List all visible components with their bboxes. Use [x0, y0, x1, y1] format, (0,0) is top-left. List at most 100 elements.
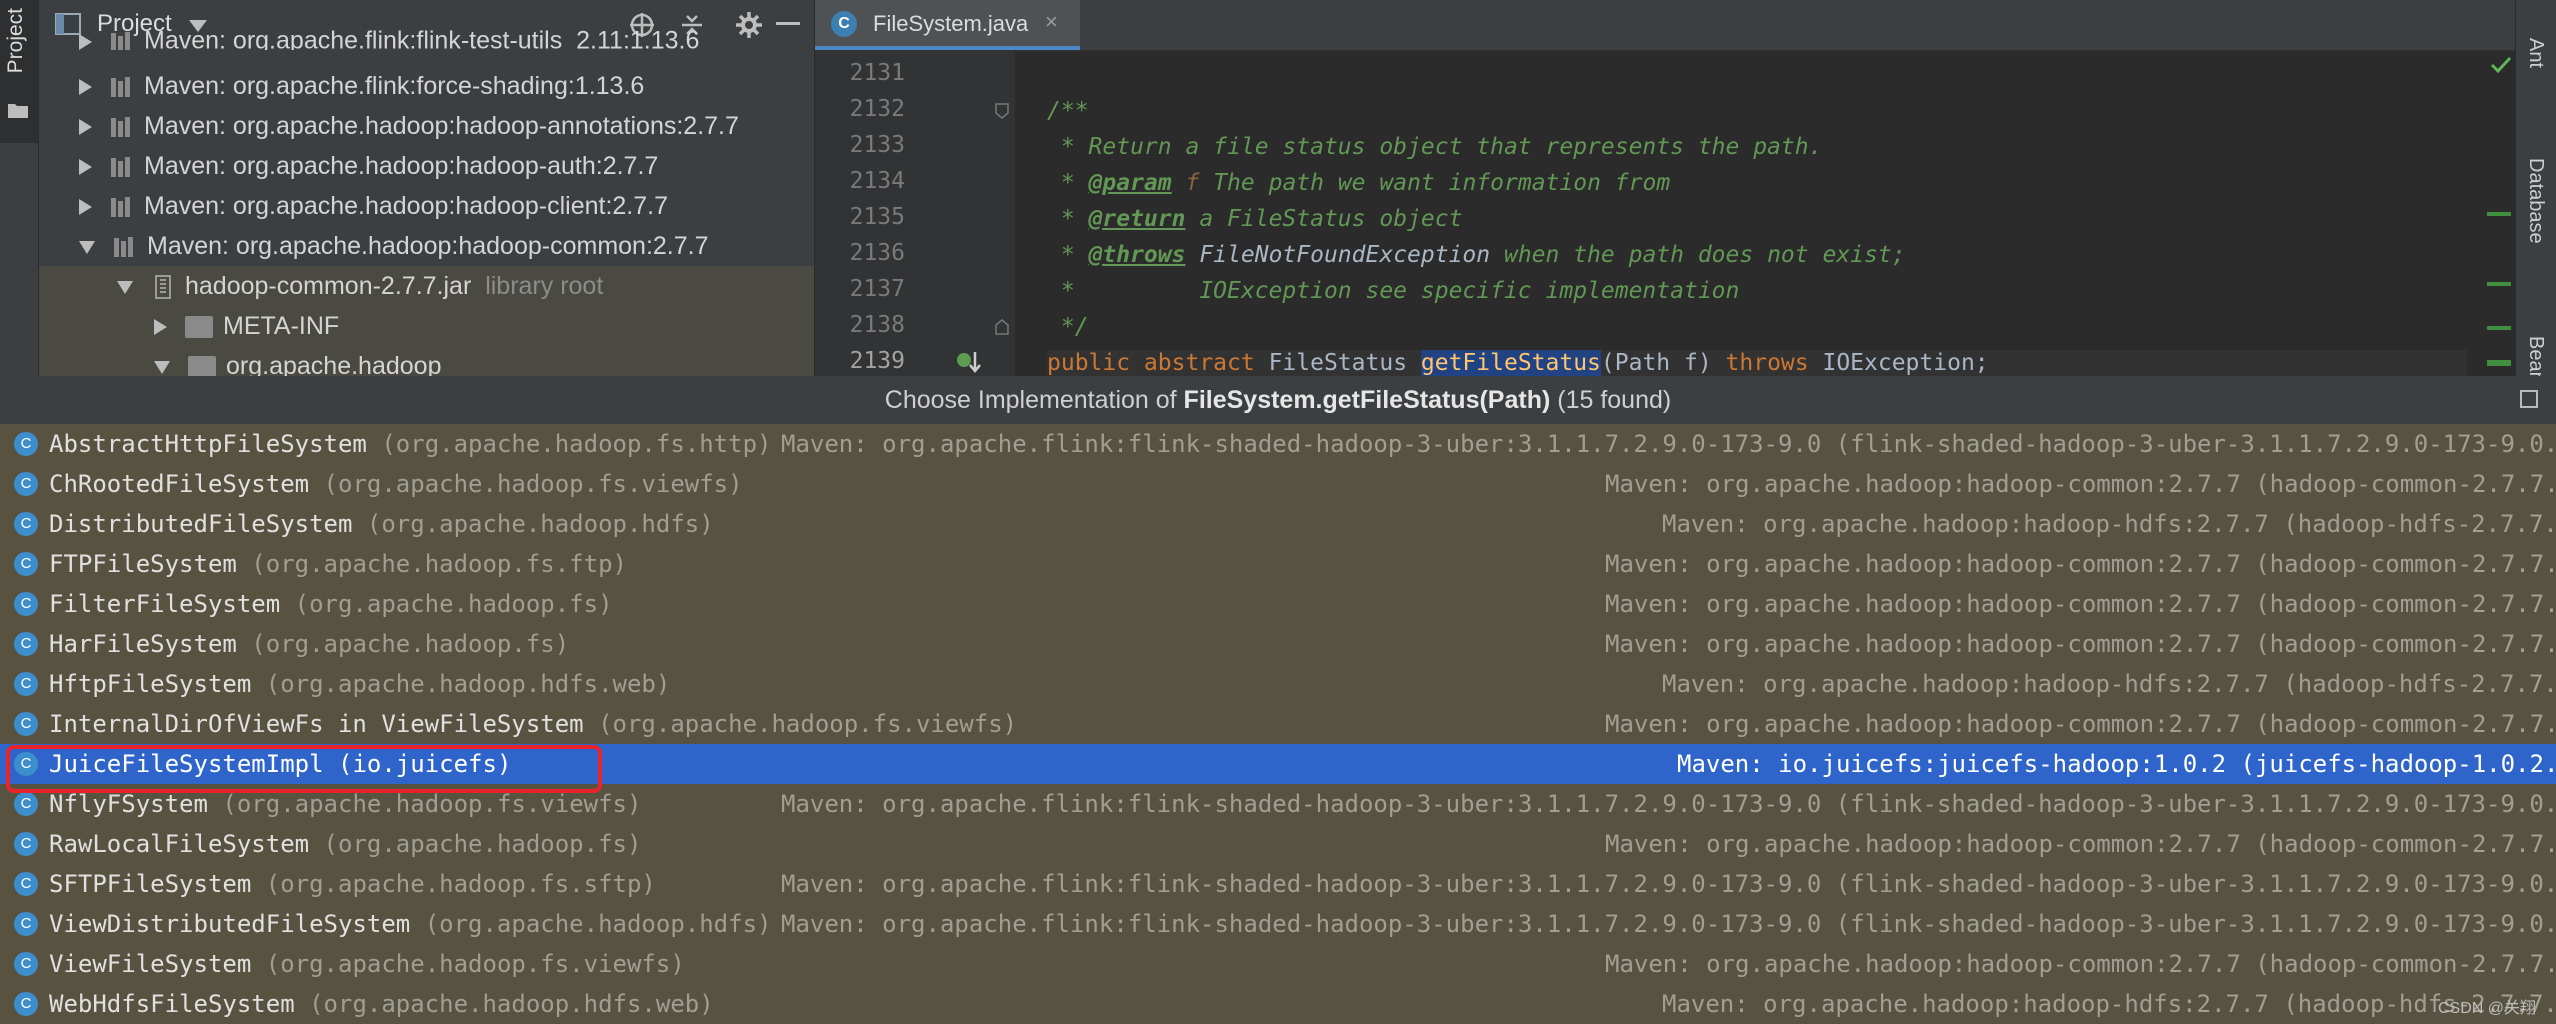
- chevron-right-icon[interactable]: [79, 34, 92, 50]
- implementation-package: (org.apache.hadoop.fs.viewfs): [323, 470, 743, 498]
- jar-label: hadoop-common-2.7.7.jar: [185, 272, 472, 300]
- folder-icon: [185, 316, 213, 339]
- library-icon: [111, 32, 130, 50]
- project-panel: Project Maven: org.apache.flink:flink-te…: [39, 0, 814, 376]
- implementation-item[interactable]: C WebHdfsFileSystem (org.apache.hadoop.hd…: [0, 984, 2556, 1024]
- gear-icon[interactable]: [735, 11, 763, 39]
- implementation-package: (org.apache.hadoop.hdfs): [366, 510, 714, 538]
- tree-item-label: Maven: org.apache.hadoop:hadoop-common:2…: [147, 232, 709, 260]
- line-number: 2134: [849, 168, 905, 194]
- implementation-item[interactable]: C HftpFileSystem (org.apache.hadoop.hdfs.…: [0, 664, 2556, 704]
- open-in-window-icon[interactable]: [2520, 390, 2538, 408]
- code-line-current: public abstract FileStatus getFileStatus…: [1047, 350, 2467, 376]
- implementation-location: Maven: org.apache.flink:flink-shaded-had…: [781, 870, 2556, 898]
- line-number: 2131: [849, 60, 905, 86]
- implementation-item[interactable]: C DistributedFileSystem (org.apache.hadoo…: [0, 504, 2556, 544]
- fold-icon[interactable]: [995, 103, 1009, 119]
- implementation-location: Maven: org.apache.flink:flink-shaded-had…: [781, 910, 2556, 938]
- line-number: 2139: [849, 348, 905, 374]
- tree-item-maven-library[interactable]: Maven: org.apache.hadoop:hadoop-client:2…: [79, 186, 668, 226]
- implementation-item[interactable]: C FTPFileSystem (org.apache.hadoop.fs.ftp…: [0, 544, 2556, 584]
- implementation-location: Maven: org.apache.hadoop:hadoop-common:2…: [1605, 950, 2556, 978]
- folder-label: org.apache.hadoop: [226, 352, 442, 376]
- line-number: 2132: [849, 96, 905, 122]
- implementation-item[interactable]: C HarFileSystem (org.apache.hadoop.fs) Mav…: [0, 624, 2556, 664]
- line-number: 2137: [849, 276, 905, 302]
- library-icon: [114, 237, 133, 258]
- tree-item-maven-library[interactable]: Maven: org.apache.flink:flink-test-utils…: [79, 30, 699, 50]
- implementation-location: Maven: org.apache.flink:flink-shaded-had…: [781, 430, 2556, 458]
- folder-icon: [8, 104, 28, 118]
- implementation-package: (org.apache.hadoop.fs): [323, 830, 642, 858]
- tree-item-folder-meta-inf[interactable]: META-INF: [39, 306, 814, 346]
- minimize-icon[interactable]: [776, 22, 800, 26]
- chevron-down-icon[interactable]: [79, 240, 95, 254]
- tree-item-jar[interactable]: hadoop-common-2.7.7.jar library root: [39, 266, 814, 306]
- implementation-name: HarFileSystem (org.apache.hadoop.fs): [49, 630, 570, 658]
- implementation-location: Maven: org.apache.hadoop:hadoop-common:2…: [1605, 550, 2556, 578]
- chevron-right-icon[interactable]: [79, 119, 92, 136]
- implementation-location: Maven: org.apache.hadoop:hadoop-hdfs:2.7…: [1662, 670, 2556, 698]
- java-class-icon: C: [14, 872, 38, 896]
- project-tool-tab[interactable]: Project: [0, 0, 38, 143]
- code-line: */: [1047, 314, 1089, 340]
- implementation-item[interactable]: C FilterFileSystem (org.apache.hadoop.fs)…: [0, 584, 2556, 624]
- java-class-icon: C: [14, 992, 38, 1016]
- java-class-icon: C: [14, 712, 38, 736]
- close-icon[interactable]: ×: [1045, 9, 1058, 35]
- code-line: * IOException see specific implementatio…: [1047, 278, 1740, 304]
- chevron-down-icon[interactable]: [154, 360, 170, 374]
- implementation-item[interactable]: C SFTPFileSystem (org.apache.hadoop.fs.sf…: [0, 864, 2556, 904]
- choose-implementation-popup: Choose Implementation of FileSystem.getF…: [0, 376, 2556, 1024]
- implementation-item[interactable]: C AbstractHttpFileSystem (org.apache.hado…: [0, 424, 2556, 464]
- chevron-right-icon[interactable]: [154, 319, 167, 336]
- fold-icon[interactable]: [995, 319, 1009, 335]
- implementation-package: (org.apache.hadoop.hdfs.web): [309, 990, 714, 1018]
- implementation-name: ViewFileSystem (org.apache.hadoop.fs.vie…: [49, 950, 685, 978]
- check-icon: [2490, 56, 2512, 74]
- implementation-name: ViewDistributedFileSystem (org.apache.ha…: [49, 910, 772, 938]
- code-editor[interactable]: C FileSystem.java × 2131 2132 2133 2134 …: [815, 0, 2515, 376]
- implementation-package: (org.apache.hadoop.fs.viewfs): [598, 710, 1018, 738]
- scroll-marker[interactable]: [2487, 212, 2511, 216]
- implementation-location: Maven: org.apache.hadoop:hadoop-hdfs:2.7…: [1662, 510, 2556, 538]
- implementation-package: (org.apache.hadoop.hdfs.web): [265, 670, 671, 698]
- implementation-item[interactable]: C ViewFileSystem (org.apache.hadoop.fs.vi…: [0, 944, 2556, 984]
- tree-item-maven-library[interactable]: Maven: org.apache.hadoop:hadoop-auth:2.7…: [79, 146, 658, 186]
- scroll-marker[interactable]: [2487, 326, 2511, 330]
- chevron-right-icon[interactable]: [79, 159, 92, 176]
- tool-tab-database[interactable]: Database: [2524, 158, 2547, 244]
- implementation-item[interactable]: C ChRootedFileSystem (org.apache.hadoop.f…: [0, 464, 2556, 504]
- tool-tab-ant[interactable]: Ant: [2524, 38, 2547, 68]
- tree-item-maven-library[interactable]: Maven: org.apache.hadoop:hadoop-annotati…: [79, 106, 739, 146]
- chevron-right-icon[interactable]: [79, 199, 92, 216]
- tab-filesystem-java[interactable]: C FileSystem.java ×: [815, 0, 1080, 50]
- tree-item-maven-library[interactable]: Maven: org.apache.flink:force-shading:1.…: [79, 66, 644, 106]
- library-icon: [111, 117, 130, 138]
- java-class-icon: C: [14, 512, 38, 536]
- chevron-right-icon[interactable]: [79, 79, 92, 96]
- implementation-item[interactable]: C InternalDirOfViewFs in ViewFileSystem (…: [0, 704, 2556, 744]
- implementation-package: (org.apache.hadoop.fs.sftp): [265, 870, 656, 898]
- implemented-by-icon[interactable]: [955, 350, 981, 374]
- tree-item-maven-library-expanded[interactable]: Maven: org.apache.hadoop:hadoop-common:2…: [79, 226, 709, 266]
- implementation-location: Maven: org.apache.hadoop:hadoop-common:2…: [1605, 470, 2556, 498]
- tree-item-folder-org-apache-hadoop[interactable]: org.apache.hadoop: [39, 346, 814, 376]
- scroll-marker[interactable]: [2487, 282, 2511, 286]
- popup-title: Choose Implementation of FileSystem.getF…: [884, 386, 1672, 414]
- tool-tab-bean[interactable]: Bean: [2524, 336, 2547, 376]
- implementation-package: (org.apache.hadoop.fs.http): [381, 430, 772, 458]
- java-class-icon: C: [14, 832, 38, 856]
- java-class-icon: C: [14, 432, 38, 456]
- scroll-marker[interactable]: [2487, 360, 2511, 366]
- implementation-location: Maven: org.apache.hadoop:hadoop-common:2…: [1605, 830, 2556, 858]
- left-tool-strip: Project: [0, 0, 39, 376]
- implementation-package: (org.apache.hadoop.hdfs): [424, 910, 772, 938]
- chevron-down-icon[interactable]: [117, 280, 133, 294]
- java-class-icon: C: [14, 632, 38, 656]
- implementation-item[interactable]: C RawLocalFileSystem (org.apache.hadoop.f…: [0, 824, 2556, 864]
- java-class-icon: C: [14, 912, 38, 936]
- line-number: 2133: [849, 132, 905, 158]
- implementation-item[interactable]: C ViewDistributedFileSystem (org.apache.h…: [0, 904, 2556, 944]
- java-class-icon: C: [14, 672, 38, 696]
